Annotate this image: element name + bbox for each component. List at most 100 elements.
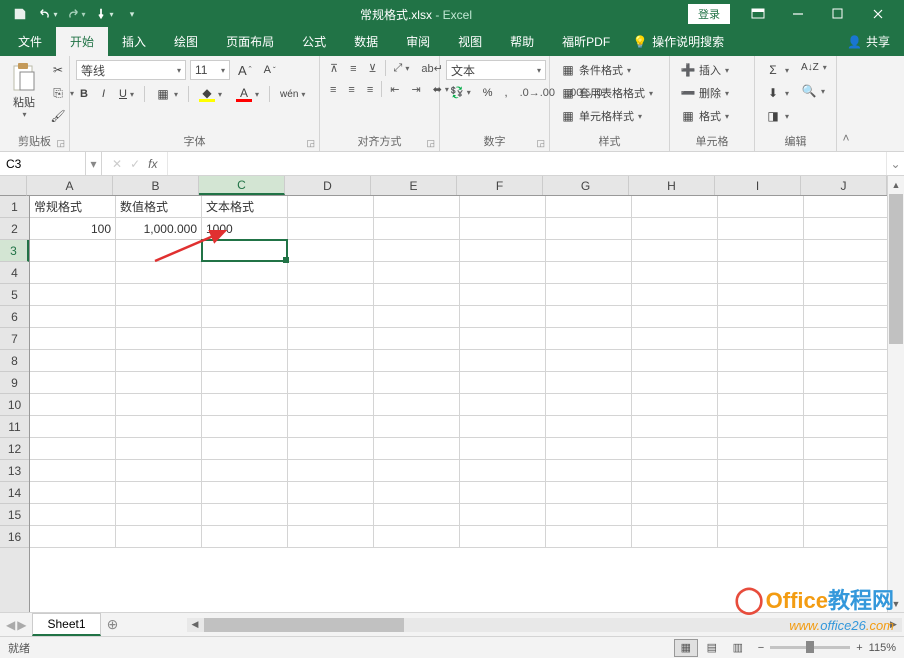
cell-B12[interactable] xyxy=(116,438,202,460)
cell-G15[interactable] xyxy=(546,504,632,526)
cell-I16[interactable] xyxy=(718,526,804,548)
hscroll-thumb[interactable] xyxy=(204,618,404,632)
select-all-corner[interactable] xyxy=(0,176,27,196)
cell-A9[interactable] xyxy=(30,372,116,394)
borders-button[interactable]: ▦▾ xyxy=(151,84,182,104)
cell-J11[interactable] xyxy=(804,416,887,438)
cell-B15[interactable] xyxy=(116,504,202,526)
cell-G4[interactable] xyxy=(546,262,632,284)
cell-H1[interactable] xyxy=(632,196,718,218)
cell-G6[interactable] xyxy=(546,306,632,328)
col-header-A[interactable]: A xyxy=(27,176,113,195)
phonetic-button[interactable]: wén▾ xyxy=(276,87,309,102)
cell-A13[interactable] xyxy=(30,460,116,482)
cell-G9[interactable] xyxy=(546,372,632,394)
cell-C12[interactable] xyxy=(202,438,288,460)
accounting-button[interactable]: 💱▾ xyxy=(446,84,475,101)
cell-I2[interactable] xyxy=(718,218,804,240)
cell-H7[interactable] xyxy=(632,328,718,350)
page-break-view-button[interactable]: ▥ xyxy=(726,639,750,657)
sheet-nav-next[interactable]: ▶ xyxy=(17,618,26,632)
cell-H14[interactable] xyxy=(632,482,718,504)
cell-F4[interactable] xyxy=(460,262,546,284)
tab-foxit-pdf[interactable]: 福昕PDF xyxy=(548,27,624,56)
collapse-ribbon-button[interactable]: ˄ xyxy=(837,56,855,151)
cell-G8[interactable] xyxy=(546,350,632,372)
close-button[interactable] xyxy=(860,0,896,28)
scroll-left-button[interactable]: ◀ xyxy=(187,618,204,632)
cell-E11[interactable] xyxy=(374,416,460,438)
tab-review[interactable]: 审阅 xyxy=(392,27,444,56)
formula-input[interactable] xyxy=(168,152,886,175)
cell-F10[interactable] xyxy=(460,394,546,416)
cell-H5[interactable] xyxy=(632,284,718,306)
italic-button[interactable]: I xyxy=(98,86,109,102)
cell-E6[interactable] xyxy=(374,306,460,328)
cell-J1[interactable] xyxy=(804,196,887,218)
cell-J3[interactable] xyxy=(804,240,887,262)
tell-me-search[interactable]: 💡 操作说明搜索 xyxy=(624,27,732,56)
cell-G5[interactable] xyxy=(546,284,632,306)
enter-formula-icon[interactable]: ✓ xyxy=(130,157,140,171)
cell-F3[interactable] xyxy=(460,240,546,262)
font-size-combo[interactable]: 11▾ xyxy=(190,60,230,80)
row-header-2[interactable]: 2 xyxy=(0,218,29,240)
font-name-combo[interactable]: 等线▾ xyxy=(76,60,186,80)
cell-A3[interactable] xyxy=(30,240,116,262)
cell-D16[interactable] xyxy=(288,526,374,548)
cell-I11[interactable] xyxy=(718,416,804,438)
row-header-8[interactable]: 8 xyxy=(0,350,29,372)
cell-E4[interactable] xyxy=(374,262,460,284)
cell-F7[interactable] xyxy=(460,328,546,350)
cell-E13[interactable] xyxy=(374,460,460,482)
cell-D1[interactable] xyxy=(288,196,374,218)
col-header-I[interactable]: I xyxy=(715,176,801,195)
cell-A12[interactable] xyxy=(30,438,116,460)
align-top-button[interactable]: ⊼ xyxy=(326,60,342,77)
cell-H11[interactable] xyxy=(632,416,718,438)
cell-I13[interactable] xyxy=(718,460,804,482)
row-header-3[interactable]: 3 xyxy=(0,240,29,262)
clipboard-dialog-launcher[interactable]: ◲ xyxy=(56,138,65,149)
clear-button[interactable]: ◨▾ xyxy=(761,106,793,126)
tab-insert[interactable]: 插入 xyxy=(108,27,160,56)
cell-E2[interactable] xyxy=(374,218,460,240)
sheet-nav-prev[interactable]: ◀ xyxy=(6,618,15,632)
align-bottom-button[interactable]: ⊻ xyxy=(364,60,380,77)
font-color-button[interactable]: A▾ xyxy=(232,84,263,104)
page-layout-view-button[interactable]: ▤ xyxy=(700,639,724,657)
cell-C5[interactable] xyxy=(202,284,288,306)
find-select-button[interactable]: 🔍▾ xyxy=(797,81,831,101)
cell-C15[interactable] xyxy=(202,504,288,526)
horizontal-scrollbar[interactable]: ◀ ▶ xyxy=(187,618,902,632)
increase-font-button[interactable]: Aˆ xyxy=(234,61,256,80)
cell-A5[interactable] xyxy=(30,284,116,306)
percent-button[interactable]: % xyxy=(479,84,497,101)
cell-B1[interactable]: 数值格式 xyxy=(116,196,202,218)
cell-C2[interactable]: 1000 xyxy=(202,218,288,240)
name-box-dropdown[interactable]: ▾ xyxy=(86,152,102,175)
cell-J15[interactable] xyxy=(804,504,887,526)
cell-F11[interactable] xyxy=(460,416,546,438)
fill-color-button[interactable]: ◆▾ xyxy=(195,84,226,104)
tab-view[interactable]: 视图 xyxy=(444,27,496,56)
increase-indent-button[interactable]: ⇥ xyxy=(407,81,424,98)
align-middle-button[interactable]: ≡ xyxy=(346,60,360,77)
cell-F8[interactable] xyxy=(460,350,546,372)
cell-H4[interactable] xyxy=(632,262,718,284)
cell-E10[interactable] xyxy=(374,394,460,416)
cell-J4[interactable] xyxy=(804,262,887,284)
delete-cells-button[interactable]: ➖删除▾ xyxy=(676,83,733,103)
cell-D14[interactable] xyxy=(288,482,374,504)
cell-F15[interactable] xyxy=(460,504,546,526)
sheet-tab-sheet1[interactable]: Sheet1 xyxy=(32,613,100,636)
sort-filter-button[interactable]: A↓Z▾ xyxy=(797,60,831,75)
cell-D6[interactable] xyxy=(288,306,374,328)
cell-D13[interactable] xyxy=(288,460,374,482)
cell-I5[interactable] xyxy=(718,284,804,306)
cell-C6[interactable] xyxy=(202,306,288,328)
cell-E14[interactable] xyxy=(374,482,460,504)
redo-button[interactable]: ▾ xyxy=(64,3,88,25)
conditional-format-button[interactable]: ▦条件格式▾ xyxy=(556,60,657,80)
row-header-7[interactable]: 7 xyxy=(0,328,29,350)
